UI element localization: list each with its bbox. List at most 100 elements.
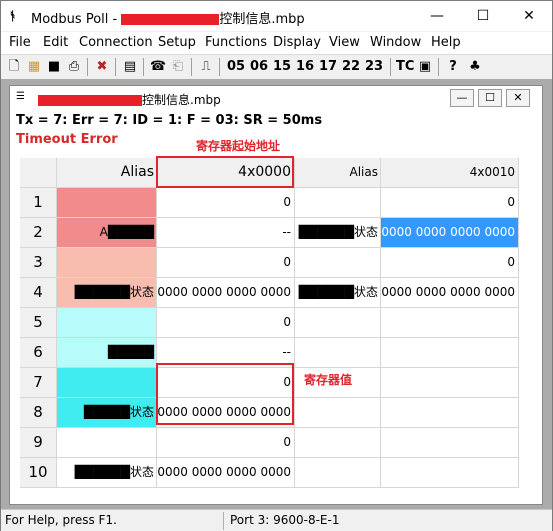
toolbar-separator (390, 58, 391, 76)
register-value-cell[interactable]: 0 (157, 308, 295, 338)
register-value-cell[interactable] (381, 398, 519, 428)
open-folder-icon[interactable]: ▦ (25, 57, 43, 77)
menu-view[interactable]: View (329, 35, 360, 50)
row-number: 9 (20, 428, 57, 458)
row-number: 6 (20, 338, 57, 368)
alias-header[interactable]: Alias (57, 158, 157, 188)
child-close-button[interactable]: ✕ (506, 89, 530, 107)
alias-cell[interactable] (295, 308, 381, 338)
poll-content: Tx = 7: Err = 7: ID = 1: F = 03: SR = 50… (10, 110, 542, 504)
child-minimize-button[interactable]: — (450, 89, 474, 107)
register-value-cell[interactable] (381, 368, 519, 398)
start-address-highlight (156, 156, 294, 188)
title-bar[interactable]: ᚬ Modbus Poll - 控制信息.mbp — ☐ ✕ (1, 1, 552, 31)
alias-header[interactable]: Alias (295, 158, 381, 188)
alias-cell[interactable] (57, 188, 157, 218)
menu-functions[interactable]: Functions (205, 35, 267, 50)
disconnect-icon[interactable]: ⎗ (169, 57, 187, 77)
menu-connection[interactable]: Connection (79, 35, 153, 50)
toolbar-separator (219, 58, 220, 76)
fc-06-button[interactable]: 06 (250, 57, 268, 77)
register-value-cell[interactable] (381, 308, 519, 338)
redacted-block (38, 95, 142, 106)
alias-cell[interactable] (295, 398, 381, 428)
register-value-cell[interactable]: 0 (157, 428, 295, 458)
toolbar: 🗋 ▦ ■ ⎙ ✖ ▤ ☎ ⎗ ⎍ 05 06 15 16 17 22 23 T… (1, 54, 552, 78)
maximize-button[interactable]: ☐ (460, 1, 506, 31)
fc-22-button[interactable]: 22 (342, 57, 360, 77)
alias-cell[interactable] (57, 428, 157, 458)
alias-cell[interactable]: A█████ (57, 218, 157, 248)
register-value-cell[interactable]: 0 (381, 188, 519, 218)
window-title: Modbus Poll - 控制信息.mbp (31, 8, 305, 27)
address-header[interactable]: 4x0010 (381, 158, 519, 188)
status-divider (223, 512, 224, 530)
alias-cell[interactable] (295, 248, 381, 278)
child-maximize-button[interactable]: ☐ (478, 89, 502, 107)
register-value-cell[interactable]: 0000 0000 0000 0000 (157, 458, 295, 488)
mdi-area: ☰ 控制信息.mbp — ☐ ✕ Tx = 7: Err = 7: ID = 1… (1, 79, 552, 509)
register-value-cell[interactable]: 0 (157, 248, 295, 278)
alias-cell[interactable]: ██████状态 (57, 458, 157, 488)
about-icon[interactable]: ♣ (466, 57, 484, 77)
register-value-cell[interactable] (381, 338, 519, 368)
save-icon[interactable]: ■ (45, 57, 63, 77)
menu-help[interactable]: Help (431, 35, 461, 50)
alias-cell[interactable] (57, 308, 157, 338)
register-value-cell[interactable]: 0000 0000 0000 0000 (381, 218, 519, 248)
register-value-cell[interactable]: 0 (157, 188, 295, 218)
start-address-annotation: 寄存器起始地址 (196, 139, 281, 153)
connect-icon[interactable]: ☎ (149, 57, 167, 77)
alias-cell[interactable]: █████状态 (57, 398, 157, 428)
error-message: Timeout Error (16, 132, 118, 147)
menu-display[interactable]: Display (273, 35, 321, 50)
monitor-icon[interactable]: ▣ (416, 57, 434, 77)
toolbar-separator (438, 58, 439, 76)
alias-cell[interactable] (295, 338, 381, 368)
alias-cell[interactable] (57, 368, 157, 398)
fc-16-button[interactable]: 16 (296, 57, 314, 77)
alias-cell[interactable]: ██████状态 (57, 278, 157, 308)
menu-edit[interactable]: Edit (43, 35, 68, 50)
register-value-cell[interactable] (381, 458, 519, 488)
row-number: 8 (20, 398, 57, 428)
print-icon[interactable]: ⎙ (65, 57, 83, 77)
fc-15-button[interactable]: 15 (273, 57, 291, 77)
help-hint: For Help, press F1. (5, 513, 117, 527)
register-value-highlight (156, 363, 294, 425)
menu-window[interactable]: Window (370, 35, 421, 50)
pulse-icon[interactable]: ⎍ (197, 57, 215, 77)
fc-23-button[interactable]: 23 (365, 57, 383, 77)
toolbar-separator (87, 58, 88, 76)
alias-cell[interactable] (295, 188, 381, 218)
row-number: 5 (20, 308, 57, 338)
poll-window-titlebar[interactable]: ☰ 控制信息.mbp — ☐ ✕ (10, 86, 542, 110)
grid-corner (20, 158, 57, 188)
register-value-cell[interactable]: 0000 0000 0000 0000 (157, 278, 295, 308)
tc-button[interactable]: TC (396, 57, 414, 77)
alias-cell[interactable]: █████ (57, 338, 157, 368)
menu-setup[interactable]: Setup (158, 35, 196, 50)
fc-17-button[interactable]: 17 (319, 57, 337, 77)
delete-icon[interactable]: ✖ (93, 57, 111, 77)
register-value-cell[interactable] (381, 428, 519, 458)
alias-cell[interactable]: ██████状态 (295, 278, 381, 308)
register-value-cell[interactable]: 0 (381, 248, 519, 278)
close-button[interactable]: ✕ (506, 1, 552, 31)
toolbar-separator (115, 58, 116, 76)
status-bar: For Help, press F1. Port 3: 9600-8-E-1 (1, 509, 552, 531)
register-value-cell[interactable]: -- (157, 218, 295, 248)
menu-file[interactable]: File (9, 35, 31, 50)
title-prefix: Modbus Poll - (31, 12, 122, 27)
minimize-button[interactable]: — (414, 1, 460, 31)
alias-cell[interactable] (57, 248, 157, 278)
alias-cell[interactable] (295, 458, 381, 488)
register-value-cell[interactable]: 0000 0000 0000 0000 (381, 278, 519, 308)
help-icon[interactable]: ? (444, 57, 462, 77)
alias-cell[interactable]: ██████状态 (295, 218, 381, 248)
alias-cell[interactable] (295, 428, 381, 458)
row-number: 1 (20, 188, 57, 218)
fc-05-button[interactable]: 05 (227, 57, 245, 77)
window-icon[interactable]: ▤ (121, 57, 139, 77)
new-file-icon[interactable]: 🗋 (5, 57, 23, 77)
